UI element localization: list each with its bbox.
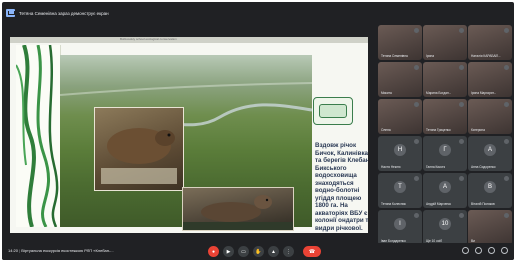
- present-icon: ▲: [271, 248, 276, 255]
- meeting-controls-bar: 14:20 | Віртуальна екскурсія екостежкою …: [2, 243, 514, 260]
- participant-avatar: В: [484, 181, 496, 193]
- participant-name: Олена: [381, 128, 391, 132]
- muted-mic-icon: [414, 65, 419, 70]
- raise-hand-button[interactable]: ✋: [253, 246, 264, 257]
- participants-grid: Тетяна Семенівна Ірина Наталія КАРАБАЙ... М…: [375, 25, 513, 245]
- mic-icon: ●: [211, 248, 216, 255]
- participant-tile[interactable]: Марина Богдан...: [423, 62, 467, 97]
- muted-mic-icon: [504, 213, 509, 218]
- participant-name: Настя Неклю: [381, 165, 401, 169]
- chat-icon[interactable]: [488, 247, 495, 254]
- muted-mic-icon: [459, 176, 464, 181]
- participant-tile[interactable]: Катерина: [468, 99, 512, 134]
- side-panel-icons: [462, 247, 508, 254]
- park-logo: [313, 97, 353, 125]
- camera-button[interactable]: ▶: [223, 246, 234, 257]
- end-call-icon: ☎: [308, 248, 316, 255]
- muted-mic-icon: [414, 139, 419, 144]
- participant-tile[interactable]: 10 Ще 10 осіб: [423, 210, 467, 245]
- present-screen-icon: [6, 9, 15, 17]
- muted-mic-icon: [459, 213, 464, 218]
- participant-tile[interactable]: А Андрій Марченко: [423, 173, 467, 208]
- participant-name: Микита: [381, 91, 392, 95]
- muted-mic-icon: [504, 28, 509, 33]
- muted-mic-icon: [414, 102, 419, 107]
- participant-tile[interactable]: Олена: [378, 99, 422, 134]
- more-options-button[interactable]: ⋮: [283, 246, 294, 257]
- meeting-title: Віртуальна екскурсія екостежкою РЛП «Кле…: [21, 248, 114, 253]
- participant-name: Наталія КАРАБАЙ...: [471, 54, 501, 58]
- activities-icon[interactable]: [501, 247, 508, 254]
- participant-name: Ірина Маргарит...: [471, 91, 497, 95]
- muted-mic-icon: [459, 139, 464, 144]
- participant-tile[interactable]: Тетяна Гриценко: [423, 99, 467, 134]
- participant-name: Тетяна Гриценко: [426, 128, 451, 132]
- camera-icon: ▶: [226, 248, 231, 255]
- muted-mic-icon: [414, 213, 419, 218]
- slide-body-text: Вздовж річок Бичок, Калинівка та берегів…: [315, 142, 368, 232]
- participant-name: Ганна Кикоть: [426, 165, 446, 169]
- end-call-button[interactable]: ☎: [303, 246, 321, 257]
- meeting-info: 14:20 | Віртуальна екскурсія екостежкою …: [8, 248, 114, 253]
- muted-mic-icon: [459, 28, 464, 33]
- participant-name: Віталій Поляков: [471, 202, 495, 206]
- mic-off-button[interactable]: ●: [208, 246, 219, 257]
- participant-avatar: Г: [439, 144, 451, 156]
- muted-mic-icon: [459, 65, 464, 70]
- participant-tile[interactable]: Т Тетяна Колесник: [378, 173, 422, 208]
- muted-mic-icon: [504, 65, 509, 70]
- info-icon[interactable]: [462, 247, 469, 254]
- participant-name: Ірина: [426, 54, 434, 58]
- participant-avatar: І: [394, 218, 406, 230]
- muskrat-photo: [94, 107, 184, 191]
- participant-tile[interactable]: І Іван Бондаренко: [378, 210, 422, 245]
- participant-name: Тетяна Семенівна: [381, 54, 408, 58]
- participant-tile[interactable]: А Анна Сидоренко: [468, 136, 512, 171]
- participant-tile[interactable]: Ірина Маргарит...: [468, 62, 512, 97]
- participant-name: Катерина: [471, 128, 485, 132]
- participant-name: Тетяна Колесник: [381, 202, 406, 206]
- decorative-leaf-strip: [15, 44, 61, 228]
- participant-name: Марина Богдан...: [426, 91, 452, 95]
- meeting-time: 14:20: [8, 248, 19, 253]
- slide-header-bar: Bobkovskiy school ecological conservatio…: [10, 37, 368, 43]
- participant-tile[interactable]: Микита: [378, 62, 422, 97]
- participant-avatar: А: [484, 144, 496, 156]
- participant-avatar: А: [439, 181, 451, 193]
- people-icon[interactable]: [475, 247, 482, 254]
- captions-icon: ▭: [241, 248, 246, 255]
- muted-mic-icon: [459, 102, 464, 107]
- muted-mic-icon: [504, 176, 509, 181]
- participant-avatar: 10: [439, 218, 451, 230]
- raise-hand-icon: ✋: [255, 248, 262, 255]
- muted-mic-icon: [504, 102, 509, 107]
- participant-tile[interactable]: В Віталій Поляков: [468, 173, 512, 208]
- shared-slide: Bobkovskiy school ecological conservatio…: [10, 37, 368, 233]
- more-icon: ⋮: [286, 248, 291, 255]
- participant-tile[interactable]: Ви: [468, 210, 512, 245]
- muted-mic-icon: [414, 28, 419, 33]
- participant-name: Анна Сидоренко: [471, 165, 496, 169]
- participant-tile[interactable]: Н Настя Неклю: [378, 136, 422, 171]
- participant-tile[interactable]: Тетяна Семенівна: [378, 25, 422, 60]
- muted-mic-icon: [414, 176, 419, 181]
- presenter-bar: Тетяна Семенівна зараз демонструє екран: [2, 2, 514, 24]
- presenter-label: Тетяна Семенівна зараз демонструє екран: [19, 10, 109, 16]
- captions-button[interactable]: ▭: [238, 246, 249, 257]
- logo-emblem: [319, 104, 347, 118]
- participant-tile[interactable]: Ірина: [423, 25, 467, 60]
- participant-avatar: Н: [394, 144, 406, 156]
- present-button[interactable]: ▲: [268, 246, 279, 257]
- muted-mic-icon: [504, 139, 509, 144]
- slide-header-text: Bobkovskiy school ecological conservatio…: [120, 37, 177, 41]
- participant-name: Андрій Марченко: [426, 202, 452, 206]
- participant-avatar: Т: [394, 181, 406, 193]
- participant-tile[interactable]: Г Ганна Кикоть: [423, 136, 467, 171]
- participant-tile[interactable]: Наталія КАРАБАЙ...: [468, 25, 512, 60]
- otter-photo: [182, 187, 294, 231]
- meet-window: Тетяна Семенівна зараз демонструє екран …: [2, 2, 514, 260]
